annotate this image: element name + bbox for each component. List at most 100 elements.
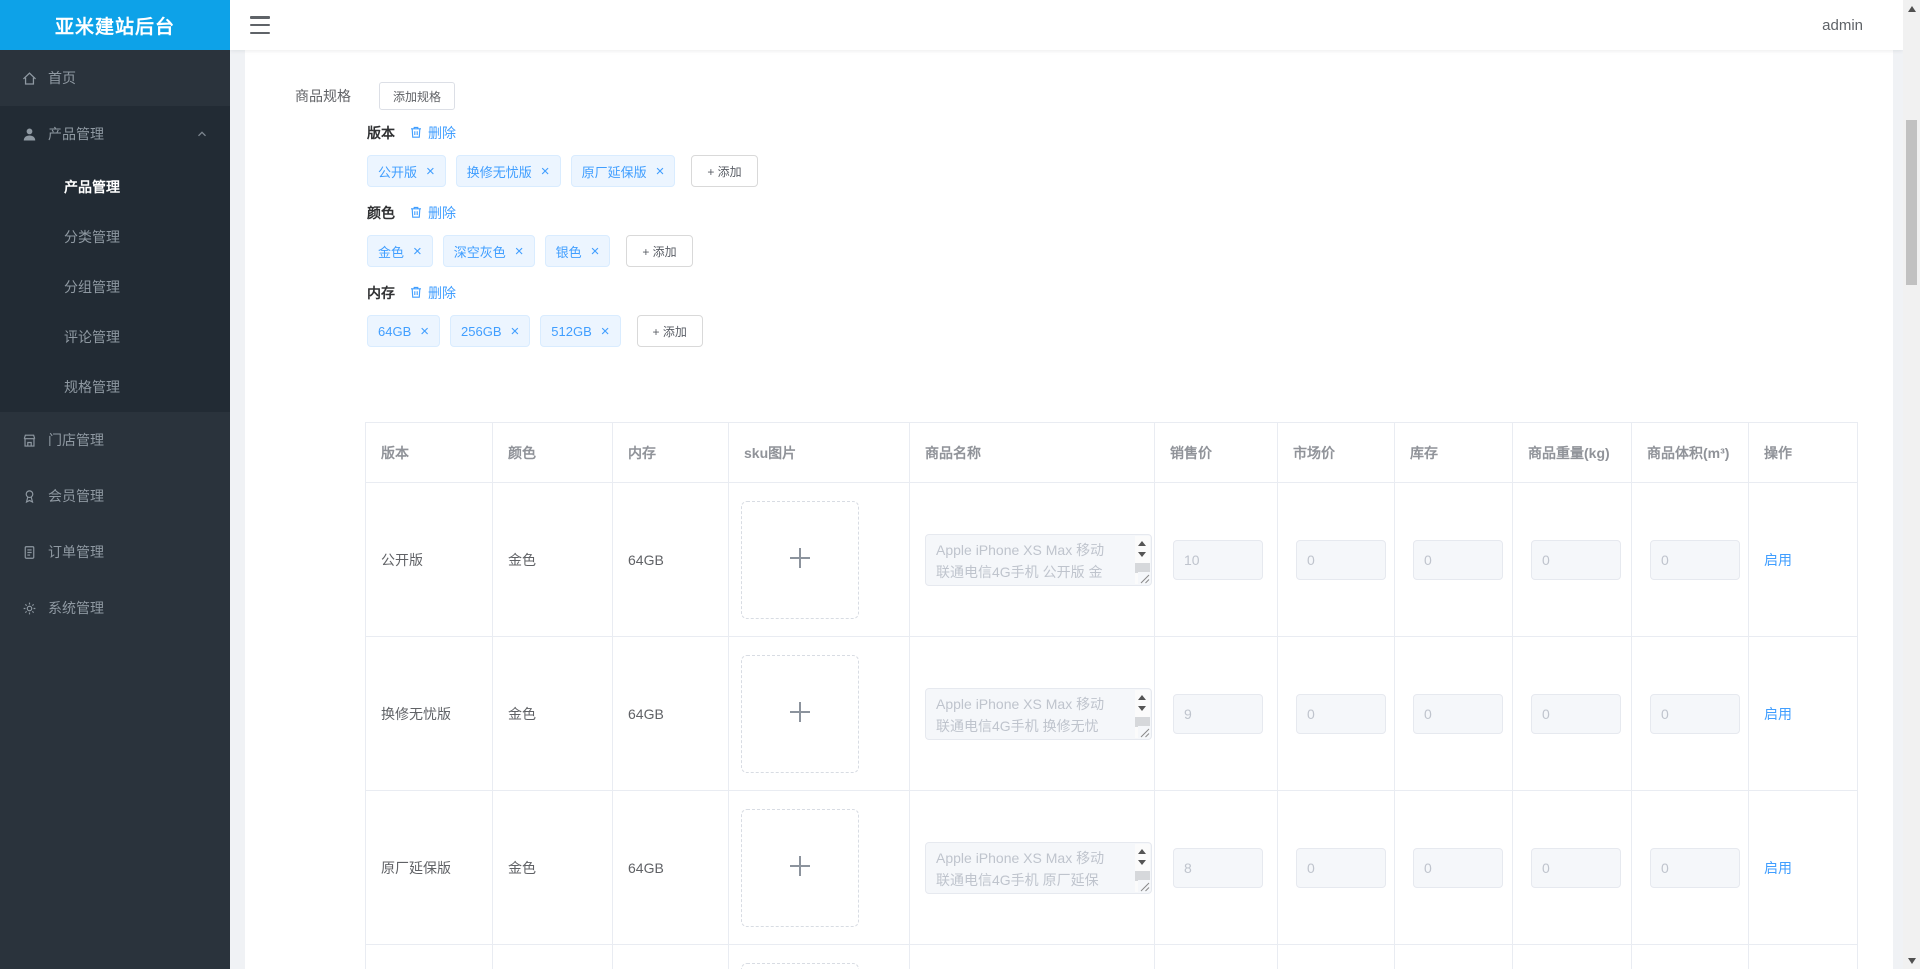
cell-volume: 0	[1631, 636, 1749, 791]
product-name-textarea[interactable]: Apple iPhone XS Max 移动联通电信4G手机 原厂延保	[925, 841, 1152, 894]
tag-label: 金色	[378, 244, 405, 260]
stock-input[interactable]: 0	[1413, 693, 1503, 734]
delete-spec-link[interactable]: 删除	[409, 203, 456, 223]
cell-volume: 0	[1631, 482, 1749, 637]
remove-tag-icon[interactable]: ×	[420, 324, 429, 339]
remove-tag-icon[interactable]: ×	[541, 164, 550, 179]
plus-icon	[785, 543, 815, 576]
product-name-textarea[interactable]: Apple iPhone XS Max 移动联通电信4G手机 换修无忧	[925, 687, 1152, 740]
tag-label: 原厂延保版	[581, 164, 647, 180]
sku-table-body: 公开版 金色 64GB Apple iPhone XS Max 移动联通电信4G手机 …	[365, 482, 1858, 969]
market-price-input[interactable]: 0	[1296, 693, 1386, 734]
table-row: 原厂延保版 金色 64GB Apple iPhone XS Max 移动联通电信4G手…	[365, 790, 1858, 945]
spec-value-tag: 512GB ×	[540, 315, 621, 347]
cell-stock: 0	[1394, 790, 1513, 945]
delete-spec-link[interactable]: 删除	[409, 123, 456, 143]
hamburger-bar	[250, 31, 270, 34]
sidebar-item-home[interactable]: 首页	[0, 50, 230, 106]
stock-input[interactable]: 0	[1413, 539, 1503, 580]
sidebar-item-members[interactable]: 会员管理	[0, 468, 230, 524]
table-row: 换修无忧版 金色 64GB Apple iPhone XS Max 移动联通电信4G手…	[365, 636, 1858, 791]
sidebar-item-orders[interactable]: 订单管理	[0, 524, 230, 580]
remove-tag-icon[interactable]: ×	[656, 164, 665, 179]
cell-actions: 启用	[1748, 482, 1858, 637]
enable-link[interactable]: 启用	[1764, 860, 1792, 876]
market-price-input[interactable]: 0	[1296, 847, 1386, 888]
page-scrollbar[interactable]	[1903, 0, 1920, 969]
enable-link[interactable]: 启用	[1764, 552, 1792, 568]
sidebar-subitem-products[interactable]: 产品管理	[0, 162, 230, 212]
sidebar-item-stores[interactable]: 门店管理	[0, 412, 230, 468]
add-value-button[interactable]: + 添加	[691, 155, 758, 187]
cell-volume	[1631, 944, 1749, 969]
cell-version	[365, 944, 493, 969]
sale-price-input[interactable]: 9	[1173, 693, 1263, 734]
remove-tag-icon[interactable]: ×	[413, 244, 422, 259]
weight-input[interactable]: 0	[1531, 539, 1621, 580]
volume-input[interactable]: 0	[1650, 693, 1740, 734]
add-spec-button[interactable]: 添加规格	[379, 82, 456, 110]
product-name-textarea[interactable]: Apple iPhone XS Max 移动联通电信4G手机 公开版 金	[925, 533, 1152, 586]
sku-image-upload[interactable]	[741, 808, 859, 927]
enable-link[interactable]: 启用	[1764, 706, 1792, 722]
cell-actions: 启用	[1748, 636, 1858, 791]
volume-input[interactable]: 0	[1650, 539, 1740, 580]
remove-tag-icon[interactable]: ×	[601, 324, 610, 339]
sku-image-upload[interactable]	[741, 962, 859, 969]
tag-label: 512GB	[551, 323, 592, 339]
sku-image-upload[interactable]	[741, 654, 859, 773]
scrollbar-down-arrow[interactable]	[1903, 952, 1920, 969]
column-header-market-price: 市场价	[1277, 422, 1395, 483]
sidebar-subitem-categories[interactable]: 分类管理	[0, 212, 230, 262]
user-menu[interactable]: admin	[1822, 17, 1863, 34]
delete-spec-link[interactable]: 删除	[409, 283, 456, 303]
sidebar-subitem-comments[interactable]: 评论管理	[0, 312, 230, 362]
hamburger-menu-button[interactable]	[250, 16, 272, 34]
scrollbar-thumb[interactable]	[1906, 120, 1917, 285]
remove-tag-icon[interactable]: ×	[511, 324, 520, 339]
cell-sale-price: 9	[1154, 636, 1278, 791]
cell-sale-price	[1154, 944, 1278, 969]
remove-tag-icon[interactable]: ×	[591, 244, 600, 259]
sku-image-upload[interactable]	[741, 500, 859, 619]
sidebar-menu: 首页 产品管理 产品管理 分类管理 分组管理 评论管理 规格管理 门店管理 会员管理 订单管理 系统…	[0, 50, 230, 636]
product-name-text: Apple iPhone XS Max 移动联通电信4G手机 换修无忧	[936, 695, 1105, 734]
cell-memory: 64GB	[612, 636, 729, 791]
cell-memory: 64GB	[612, 482, 729, 637]
resize-grip-icon[interactable]	[1138, 571, 1150, 584]
sidebar-subitem-specs[interactable]: 规格管理	[0, 362, 230, 412]
cell-market-price	[1277, 944, 1395, 969]
cell-version: 换修无忧版	[365, 636, 493, 791]
spec-group-name: 内存	[367, 285, 395, 301]
weight-input[interactable]: 0	[1531, 693, 1621, 734]
remove-tag-icon[interactable]: ×	[515, 244, 524, 259]
sidebar-item-products[interactable]: 产品管理	[0, 106, 230, 162]
cell-product-name: Apple iPhone XS Max 移动联通电信4G手机 原厂延保	[909, 790, 1155, 945]
resize-grip-icon[interactable]	[1138, 879, 1150, 892]
volume-input[interactable]: 0	[1650, 847, 1740, 888]
sidebar-block-stores: 门店管理	[0, 412, 230, 468]
resize-grip-icon[interactable]	[1138, 725, 1150, 738]
add-value-button[interactable]: + 添加	[626, 235, 693, 267]
sale-price-input[interactable]: 10	[1173, 539, 1263, 580]
market-price-input[interactable]: 0	[1296, 539, 1386, 580]
add-value-button[interactable]: + 添加	[636, 315, 703, 347]
scroll-up-icon	[1138, 694, 1146, 700]
sale-price-input[interactable]: 8	[1173, 847, 1263, 888]
scrollbar-up-arrow[interactable]	[1903, 0, 1920, 17]
gear-icon	[20, 599, 38, 617]
cell-actions	[1748, 944, 1858, 969]
sidebar-subitem-groups[interactable]: 分组管理	[0, 262, 230, 312]
cell-product-name: Apple iPhone XS Max 移动联通电信4G手机 换修无忧	[909, 636, 1155, 791]
cell-product-name	[909, 944, 1155, 969]
remove-tag-icon[interactable]: ×	[426, 164, 435, 179]
stock-input[interactable]: 0	[1413, 847, 1503, 888]
weight-input[interactable]: 0	[1531, 847, 1621, 888]
sidebar-item-system[interactable]: 系统管理	[0, 580, 230, 636]
cell-stock: 0	[1394, 482, 1513, 637]
scroll-down-icon	[1138, 705, 1146, 711]
delete-label: 删除	[428, 205, 456, 221]
column-header-version: 版本	[365, 422, 493, 483]
column-header-volume: 商品体积(m³)	[1631, 422, 1749, 483]
cell-stock	[1394, 944, 1513, 969]
